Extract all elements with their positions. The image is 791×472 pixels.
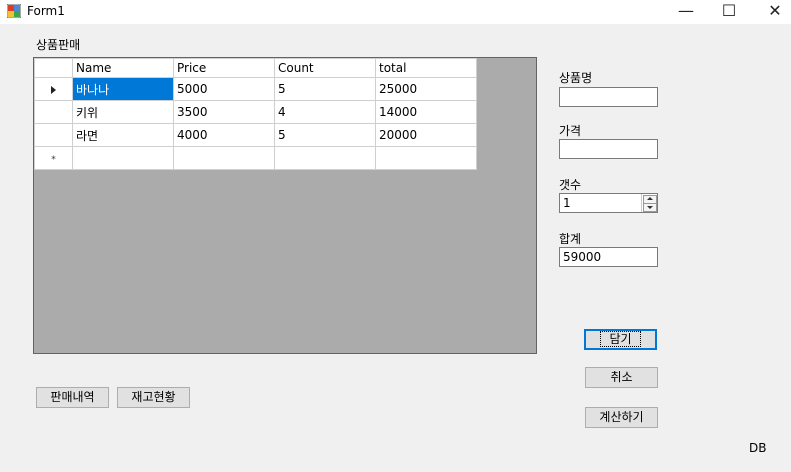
- cell-count[interactable]: 5: [274, 123, 376, 147]
- cell-count[interactable]: 5: [274, 77, 376, 101]
- cell-name[interactable]: 키위: [72, 100, 174, 124]
- cell-price[interactable]: 5000: [173, 77, 275, 101]
- cell-total[interactable]: [375, 146, 477, 170]
- table-row[interactable]: 라면 4000 5 20000: [34, 123, 477, 147]
- new-row[interactable]: *: [34, 146, 477, 170]
- grid-header-row: Name Price Count total: [34, 58, 477, 78]
- close-button[interactable]: ✕: [752, 0, 791, 22]
- cell-total[interactable]: 25000: [375, 77, 477, 101]
- table-row[interactable]: 바나나 5000 5 25000: [34, 77, 477, 101]
- calculate-button[interactable]: 계산하기: [585, 407, 658, 428]
- cell-price[interactable]: [173, 146, 275, 170]
- column-header-count[interactable]: Count: [274, 58, 376, 78]
- cell-name[interactable]: 바나나: [72, 77, 174, 101]
- sum-input[interactable]: 59000: [559, 247, 658, 267]
- inventory-button[interactable]: 재고현황: [117, 387, 190, 408]
- product-name-label: 상품명: [559, 71, 593, 85]
- row-header[interactable]: [34, 123, 73, 147]
- cell-price[interactable]: 4000: [173, 123, 275, 147]
- column-header-total[interactable]: total: [375, 58, 477, 78]
- row-header[interactable]: *: [34, 146, 73, 170]
- minimize-button[interactable]: —: [663, 0, 709, 22]
- price-input[interactable]: [559, 139, 658, 159]
- cell-count[interactable]: [274, 146, 376, 170]
- cell-name[interactable]: 라면: [72, 123, 174, 147]
- cell-name[interactable]: [72, 146, 174, 170]
- cell-price[interactable]: 3500: [173, 100, 275, 124]
- column-header-name[interactable]: Name: [72, 58, 174, 78]
- row-header[interactable]: [34, 77, 73, 101]
- add-button[interactable]: 담기: [584, 329, 657, 350]
- db-label: DB: [749, 441, 767, 455]
- row-header[interactable]: [34, 100, 73, 124]
- add-button-label: 담기: [600, 331, 641, 347]
- maximize-button[interactable]: ☐: [706, 0, 752, 22]
- sum-label: 합계: [559, 232, 582, 246]
- new-row-icon: *: [51, 155, 56, 165]
- spin-down-icon[interactable]: [643, 203, 657, 212]
- cell-count[interactable]: 4: [274, 100, 376, 124]
- title-bar: Form1 — ☐ ✕: [0, 0, 791, 24]
- product-name-input[interactable]: [559, 87, 658, 107]
- current-row-arrow-icon: [51, 85, 56, 94]
- quantity-label: 갯수: [559, 178, 582, 192]
- cell-total[interactable]: 20000: [375, 123, 477, 147]
- sales-history-button[interactable]: 판매내역: [36, 387, 109, 408]
- spin-buttons: [641, 194, 657, 212]
- table-row[interactable]: 키위 3500 4 14000: [34, 100, 477, 124]
- window-title: Form1: [27, 4, 65, 18]
- data-grid[interactable]: Name Price Count total 바나나 5000 5 25000 …: [33, 57, 537, 354]
- app-icon: [7, 4, 21, 18]
- quantity-stepper[interactable]: 1: [559, 193, 658, 213]
- group-label: 상품판매: [36, 38, 81, 52]
- grid-table: Name Price Count total 바나나 5000 5 25000 …: [34, 58, 477, 170]
- quantity-value: 1: [563, 196, 571, 210]
- column-header-price[interactable]: Price: [173, 58, 275, 78]
- cancel-button[interactable]: 취소: [585, 367, 658, 388]
- cell-total[interactable]: 14000: [375, 100, 477, 124]
- row-header-corner[interactable]: [34, 58, 73, 78]
- price-label: 가격: [559, 124, 582, 138]
